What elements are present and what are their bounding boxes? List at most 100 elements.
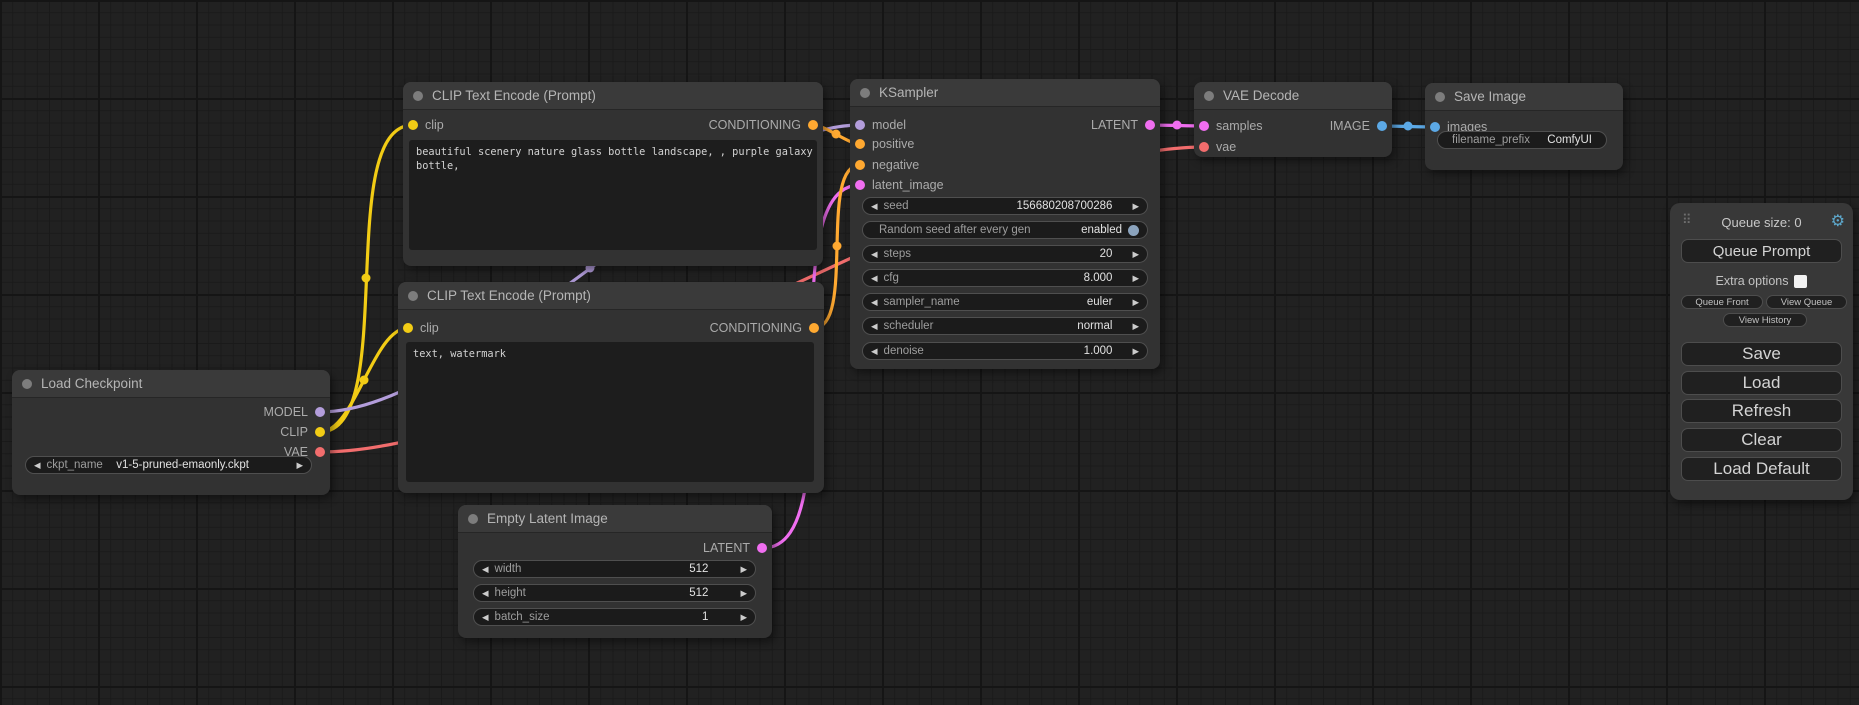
queue-menu-panel[interactable]: ⠿ Queue size: 0 ⚙ Queue Prompt Extra opt… [1670, 203, 1853, 500]
filename-prefix-widget[interactable]: filename_prefix ComfyUI [1437, 131, 1607, 149]
width-widget[interactable]: ◀ width 512 ▶ [473, 560, 756, 578]
model-port-icon[interactable] [855, 120, 865, 130]
node-save-image-titlebar[interactable]: Save Image [1425, 83, 1623, 111]
ckpt-name-widget[interactable]: ◀ ckpt_name v1-5-pruned-emaonly.ckpt ▶ [25, 456, 312, 474]
node-vae-decode-titlebar[interactable]: VAE Decode [1194, 82, 1392, 110]
conditioning-port-icon[interactable] [855, 160, 865, 170]
collapse-dot-icon[interactable] [1204, 91, 1214, 101]
input-vae[interactable]: vae [1194, 137, 1236, 157]
wire-clip-to-negative-prompt[interactable] [320, 328, 408, 432]
input-clip[interactable]: clip [398, 318, 439, 338]
clear-button[interactable]: Clear [1681, 428, 1842, 452]
cfg-widget[interactable]: ◀ cfg 8.000 ▶ [862, 269, 1148, 287]
right-arrow-icon[interactable]: ▶ [1132, 274, 1139, 283]
node-clip-negative-titlebar[interactable]: CLIP Text Encode (Prompt) [398, 282, 824, 310]
conditioning-port-icon[interactable] [855, 139, 865, 149]
latent-port-icon[interactable] [1199, 121, 1209, 131]
node-empty-latent-titlebar[interactable]: Empty Latent Image [458, 505, 772, 533]
height-widget[interactable]: ◀ height 512 ▶ [473, 584, 756, 602]
gear-icon[interactable]: ⚙ [1831, 211, 1845, 231]
right-arrow-icon[interactable]: ▶ [740, 565, 747, 574]
node-ksampler[interactable]: KSampler model positive negative latent_… [850, 79, 1160, 369]
left-arrow-icon[interactable]: ◀ [482, 613, 489, 622]
vae-port-icon[interactable] [1199, 142, 1209, 152]
collapse-dot-icon[interactable] [1435, 92, 1445, 102]
node-vae-decode[interactable]: VAE Decode samples vae IMAGE [1194, 82, 1392, 157]
conditioning-port-icon[interactable] [809, 323, 819, 333]
right-arrow-icon[interactable]: ▶ [296, 461, 303, 470]
node-clip-text-encode-negative[interactable]: CLIP Text Encode (Prompt) clip CONDITION… [398, 282, 824, 493]
image-port-icon[interactable] [1377, 121, 1387, 131]
denoise-widget[interactable]: ◀ denoise 1.000 ▶ [862, 342, 1148, 360]
left-arrow-icon[interactable]: ◀ [34, 461, 41, 470]
output-latent[interactable]: LATENT [1091, 115, 1160, 135]
node-load-checkpoint-titlebar[interactable]: Load Checkpoint [12, 370, 330, 398]
output-image[interactable]: IMAGE [1330, 116, 1392, 136]
random-seed-widget[interactable]: Random seed after every gen enabled [862, 221, 1148, 239]
left-arrow-icon[interactable]: ◀ [482, 589, 489, 598]
node-load-checkpoint[interactable]: Load Checkpoint MODEL CLIP VAE ◀ ckpt_na… [12, 370, 330, 495]
refresh-button[interactable]: Refresh [1681, 399, 1842, 423]
right-arrow-icon[interactable]: ▶ [1132, 322, 1139, 331]
collapse-dot-icon[interactable] [468, 514, 478, 524]
queue-prompt-button[interactable]: Queue Prompt [1681, 239, 1842, 263]
left-arrow-icon[interactable]: ◀ [871, 298, 878, 307]
queue-front-button[interactable]: Queue Front [1681, 295, 1763, 309]
steps-widget[interactable]: ◀ steps 20 ▶ [862, 245, 1148, 263]
collapse-dot-icon[interactable] [408, 291, 418, 301]
latent-port-icon[interactable] [855, 180, 865, 190]
node-clip-text-encode-positive[interactable]: CLIP Text Encode (Prompt) clip CONDITION… [403, 82, 823, 266]
positive-prompt-textarea[interactable]: beautiful scenery nature glass bottle la… [409, 140, 817, 250]
view-queue-button[interactable]: View Queue [1766, 295, 1847, 309]
clip-port-icon[interactable] [408, 120, 418, 130]
left-arrow-icon[interactable]: ◀ [871, 322, 878, 331]
batch-size-widget[interactable]: ◀ batch_size 1 ▶ [473, 608, 756, 626]
view-history-button[interactable]: View History [1723, 313, 1807, 327]
left-arrow-icon[interactable]: ◀ [871, 347, 878, 356]
seed-widget[interactable]: ◀ seed 156680208700286 ▶ [862, 197, 1148, 215]
node-empty-latent-image[interactable]: Empty Latent Image LATENT ◀ width 512 ▶ … [458, 505, 772, 638]
output-conditioning[interactable]: CONDITIONING [710, 318, 824, 338]
input-positive[interactable]: positive [850, 134, 914, 154]
negative-prompt-textarea[interactable]: text, watermark [406, 342, 814, 482]
conditioning-port-icon[interactable] [808, 120, 818, 130]
node-clip-positive-titlebar[interactable]: CLIP Text Encode (Prompt) [403, 82, 823, 110]
vae-port-icon[interactable] [315, 447, 325, 457]
collapse-dot-icon[interactable] [413, 91, 423, 101]
latent-port-icon[interactable] [757, 543, 767, 553]
clip-port-icon[interactable] [315, 427, 325, 437]
image-port-icon[interactable] [1430, 122, 1440, 132]
right-arrow-icon[interactable]: ▶ [1132, 347, 1139, 356]
collapse-dot-icon[interactable] [860, 88, 870, 98]
toggle-ball-icon[interactable] [1128, 225, 1139, 236]
sampler-name-widget[interactable]: ◀ sampler_name euler ▶ [862, 293, 1148, 311]
clip-port-icon[interactable] [403, 323, 413, 333]
latent-port-icon[interactable] [1145, 120, 1155, 130]
output-model[interactable]: MODEL [264, 402, 330, 422]
input-samples[interactable]: samples [1194, 116, 1263, 136]
output-conditioning[interactable]: CONDITIONING [709, 115, 823, 135]
node-ksampler-titlebar[interactable]: KSampler [850, 79, 1160, 107]
output-latent[interactable]: LATENT [703, 538, 772, 558]
scheduler-widget[interactable]: ◀ scheduler normal ▶ [862, 317, 1148, 335]
load-button[interactable]: Load [1681, 371, 1842, 395]
node-save-image[interactable]: Save Image images filename_prefix ComfyU… [1425, 83, 1623, 170]
left-arrow-icon[interactable]: ◀ [482, 565, 489, 574]
load-default-button[interactable]: Load Default [1681, 457, 1842, 481]
right-arrow-icon[interactable]: ▶ [740, 613, 747, 622]
input-clip[interactable]: clip [403, 115, 444, 135]
right-arrow-icon[interactable]: ▶ [740, 589, 747, 598]
input-latent-image[interactable]: latent_image [850, 175, 944, 195]
left-arrow-icon[interactable]: ◀ [871, 250, 878, 259]
left-arrow-icon[interactable]: ◀ [871, 274, 878, 283]
left-arrow-icon[interactable]: ◀ [871, 202, 878, 211]
save-button[interactable]: Save [1681, 342, 1842, 366]
right-arrow-icon[interactable]: ▶ [1132, 202, 1139, 211]
right-arrow-icon[interactable]: ▶ [1132, 250, 1139, 259]
output-clip[interactable]: CLIP [280, 422, 330, 442]
model-port-icon[interactable] [315, 407, 325, 417]
extra-options-checkbox[interactable] [1794, 275, 1807, 288]
right-arrow-icon[interactable]: ▶ [1132, 298, 1139, 307]
collapse-dot-icon[interactable] [22, 379, 32, 389]
node-graph-canvas[interactable]: Load Checkpoint MODEL CLIP VAE ◀ ckpt_na… [0, 0, 1859, 705]
